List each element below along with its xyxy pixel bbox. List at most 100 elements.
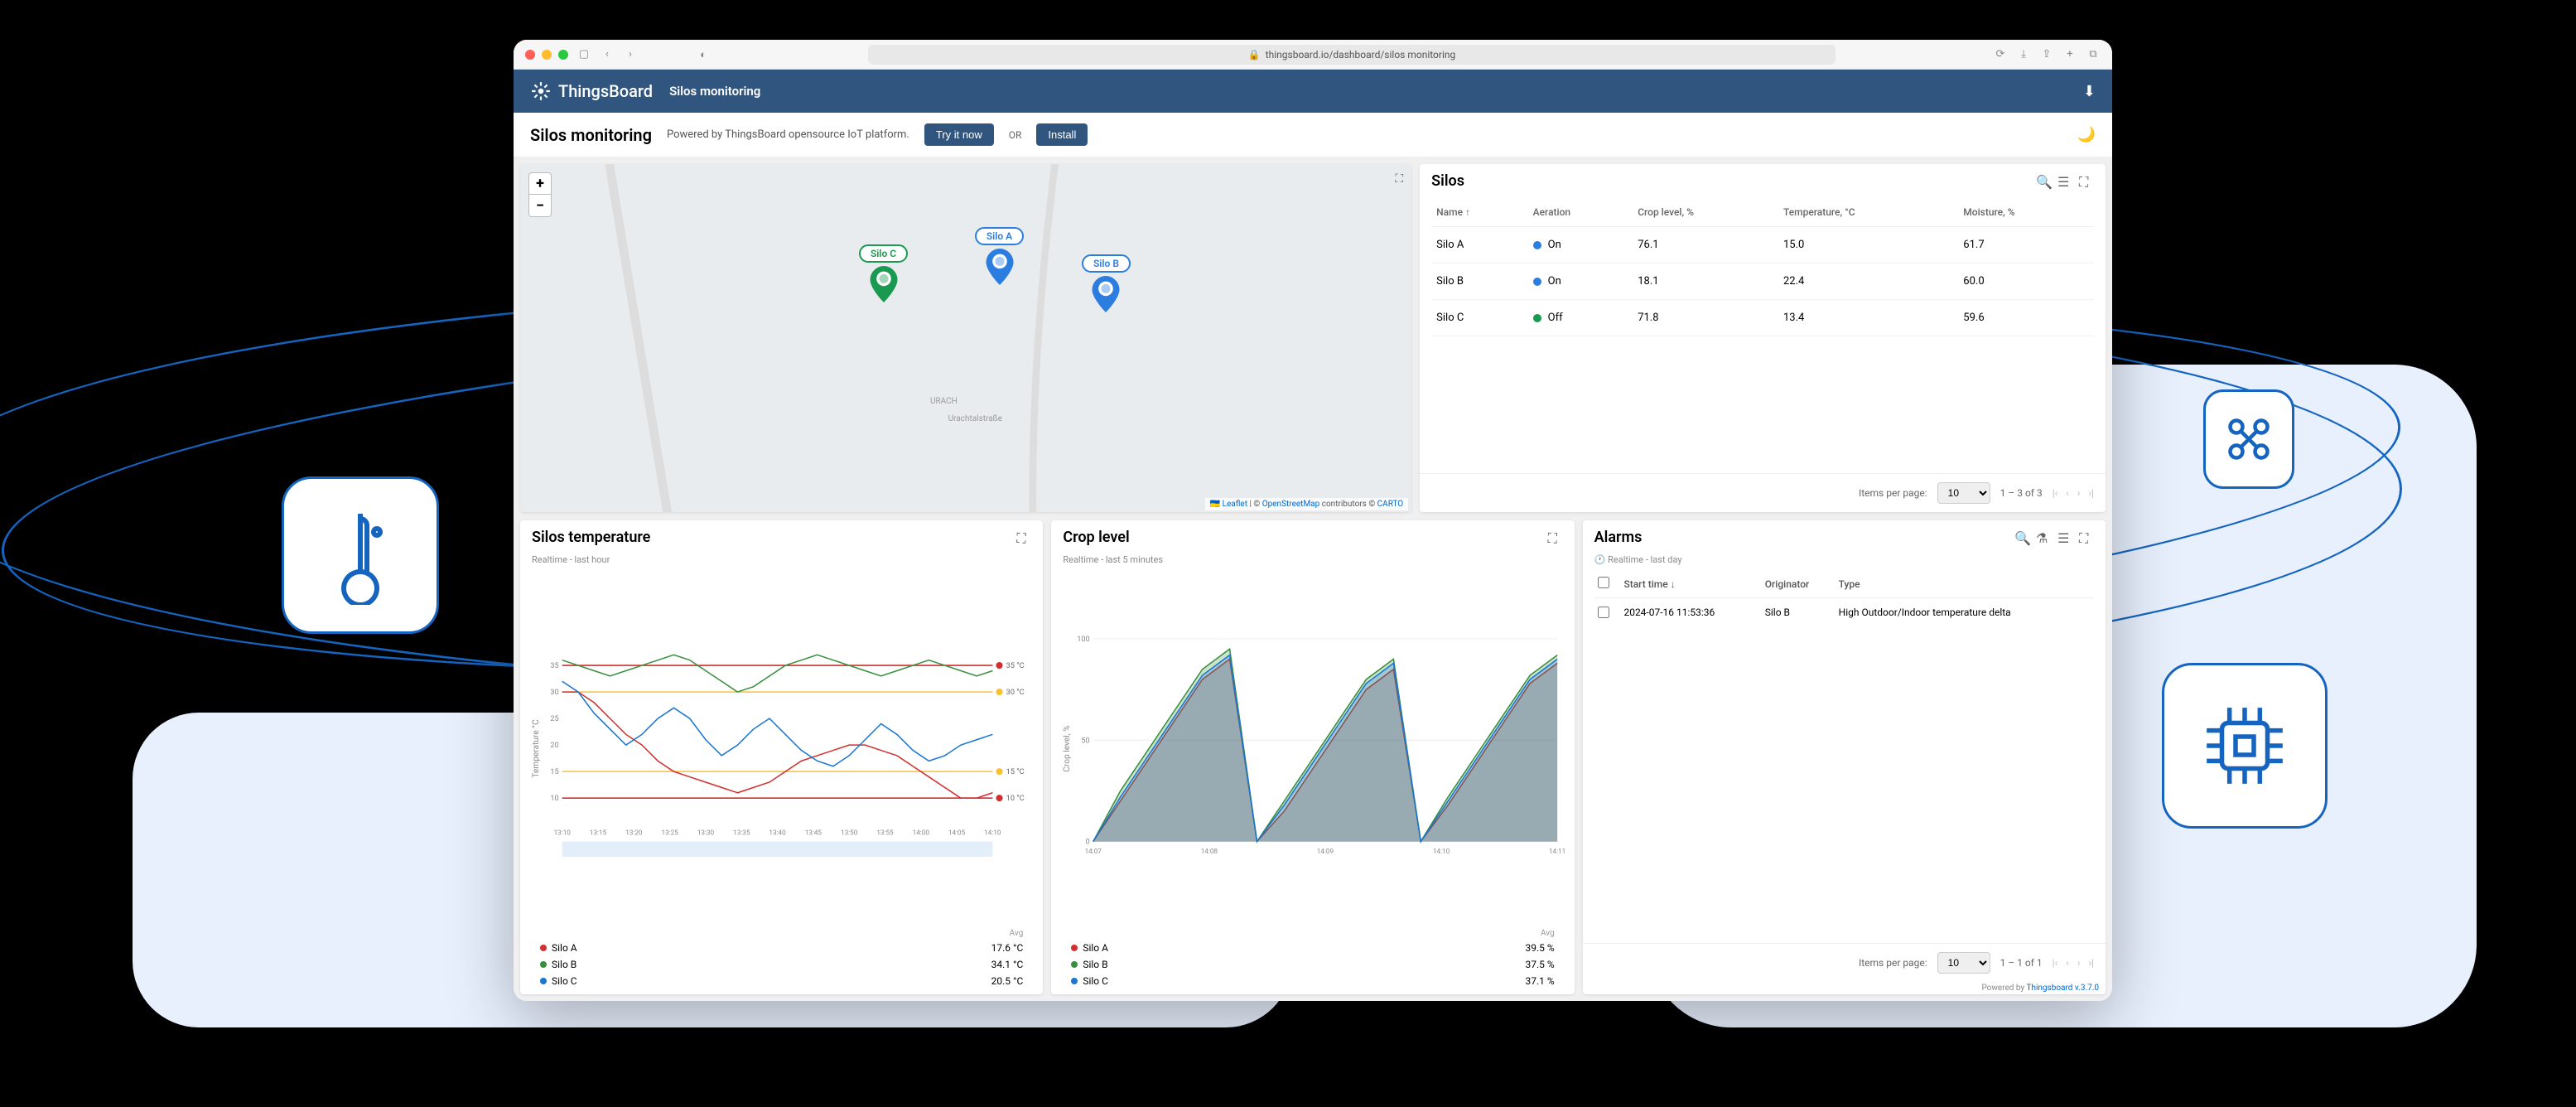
svg-text:13:30: 13:30 xyxy=(697,828,715,836)
fullscreen-icon[interactable]: ⛶ xyxy=(1395,172,1403,186)
svg-text:14:00: 14:00 xyxy=(913,828,930,836)
column-header[interactable]: Originator xyxy=(1762,570,1836,598)
silos-table: Name ↑AerationCrop level, %Temperature, … xyxy=(1420,198,2106,473)
fullscreen-icon[interactable]: ⛶ xyxy=(1548,530,1563,545)
table-row[interactable]: Silo BOn18.122.460.0 xyxy=(1431,263,2094,300)
try-it-now-button[interactable]: Try it now xyxy=(924,123,994,146)
minimize-icon[interactable] xyxy=(542,50,552,60)
prev-page-icon[interactable]: ‹ xyxy=(2066,957,2069,969)
column-header[interactable]: Type xyxy=(1836,570,2094,598)
columns-icon[interactable]: ☰ xyxy=(2057,530,2072,545)
crop-chart[interactable]: Crop level, %05010014:0714:0814:0914:101… xyxy=(1059,570,1565,927)
column-header[interactable]: Aeration xyxy=(1528,198,1633,227)
dark-mode-toggle[interactable]: 🌙 xyxy=(2077,126,2096,143)
column-header[interactable] xyxy=(1594,570,1621,598)
legend-item[interactable]: Silo A17.6 °C xyxy=(528,940,1035,956)
next-page-icon[interactable]: › xyxy=(2077,487,2081,499)
next-page-icon[interactable]: › xyxy=(2077,957,2081,969)
map-canvas[interactable]: URACH Urachtalstraße + − ⛶ Silo A Silo B… xyxy=(520,164,1411,512)
osm-link[interactable]: OpenStreetMap xyxy=(1262,500,1320,509)
widget-title: Silos temperature xyxy=(532,529,1010,546)
svg-text:0: 0 xyxy=(1086,839,1090,847)
browser-chrome: ▢ ‹ › ◐ 🔒 thingsboard.io/dashboard/silos… xyxy=(514,40,2112,70)
zoom-in-button[interactable]: + xyxy=(529,173,551,195)
svg-text:13:40: 13:40 xyxy=(769,828,786,836)
legend-item[interactable]: Silo C20.5 °C xyxy=(528,973,1035,989)
reload-icon[interactable]: ⟳ xyxy=(1993,48,2008,60)
last-page-icon[interactable]: ›| xyxy=(2088,957,2094,969)
column-header[interactable]: Moisture, % xyxy=(1958,198,2094,227)
thingsboard-version-link[interactable]: Thingsboard v.3.7.0 xyxy=(2027,984,2099,993)
avg-header: Avg xyxy=(528,927,1035,940)
page-size-select[interactable]: 10 xyxy=(1937,482,1990,504)
svg-text:13:50: 13:50 xyxy=(841,828,858,836)
svg-text:35: 35 xyxy=(550,662,558,670)
select-all-checkbox[interactable] xyxy=(1598,577,1609,588)
svg-text:13:10: 13:10 xyxy=(554,828,572,836)
page-title: Silos monitoring xyxy=(530,125,652,145)
legend-item[interactable]: Silo B37.5 % xyxy=(1059,956,1565,973)
widget-subtitle: Realtime - last 5 minutes xyxy=(1051,554,1574,570)
export-icon[interactable]: ⬇ xyxy=(2083,83,2096,100)
search-icon[interactable]: 🔍 xyxy=(2014,530,2029,545)
last-page-icon[interactable]: ›| xyxy=(2088,487,2094,499)
alarms-pager: Items per page: 10 1 – 1 of 1 |‹ ‹ › ›| xyxy=(1583,943,2106,982)
new-tab-icon[interactable]: + xyxy=(2062,48,2077,60)
filter-icon[interactable]: ⚗ xyxy=(2036,530,2051,545)
map-zoom-control: + − xyxy=(528,172,552,217)
legend-item[interactable]: Silo B34.1 °C xyxy=(528,956,1035,973)
pin-icon xyxy=(1092,276,1120,312)
first-page-icon[interactable]: |‹ xyxy=(2053,957,2058,969)
svg-text:14:08: 14:08 xyxy=(1201,847,1218,855)
columns-icon[interactable]: ☰ xyxy=(2057,174,2072,189)
temperature-chart[interactable]: Temperature °C35 °C30 °C15 °C10 °C101520… xyxy=(528,570,1035,927)
zoom-out-button[interactable]: − xyxy=(529,195,551,216)
column-header[interactable]: Temperature, °C xyxy=(1778,198,1958,227)
tabs-icon[interactable]: ⧉ xyxy=(2086,48,2101,60)
column-header[interactable]: Name ↑ xyxy=(1431,198,1527,227)
install-button[interactable]: Install xyxy=(1036,123,1088,146)
svg-text:14:05: 14:05 xyxy=(948,828,966,836)
svg-text:14:10: 14:10 xyxy=(984,828,1001,836)
sidebar-icon[interactable]: ▢ xyxy=(576,48,591,60)
table-row[interactable]: Silo COff71.813.459.6 xyxy=(1431,300,2094,336)
column-header[interactable]: Crop level, % xyxy=(1633,198,1778,227)
map-attribution: 🇺🇦 Leaflet | © OpenStreetMap contributor… xyxy=(1205,498,1409,510)
widget-subtitle: Realtime - last hour xyxy=(520,554,1043,570)
fullscreen-icon[interactable]: ⛶ xyxy=(1016,530,1031,545)
map-marker-silo-b[interactable]: Silo B xyxy=(1082,254,1131,312)
page-description: Powered by ThingsBoard opensource IoT pl… xyxy=(667,128,909,141)
forward-icon[interactable]: › xyxy=(623,48,638,60)
table-row[interactable]: Silo AOn76.115.061.7 xyxy=(1431,227,2094,263)
brand-name: ThingsBoard xyxy=(558,81,653,101)
fullscreen-icon[interactable]: ⛶ xyxy=(2079,530,2094,545)
carto-link[interactable]: CARTO xyxy=(1377,500,1404,509)
page-size-select[interactable]: 10 xyxy=(1937,952,1990,974)
close-icon[interactable] xyxy=(525,50,535,60)
fullscreen-icon[interactable]: ⛶ xyxy=(2079,174,2094,189)
prev-page-icon[interactable]: ‹ xyxy=(2066,487,2069,499)
avg-header: Avg xyxy=(1059,927,1565,940)
legend-item[interactable]: Silo A39.5 % xyxy=(1059,940,1565,956)
share-icon[interactable]: ⇪ xyxy=(2039,48,2054,60)
address-bar[interactable]: 🔒 thingsboard.io/dashboard/silos monitor… xyxy=(868,45,1836,65)
column-header[interactable]: Start time ↓ xyxy=(1620,570,1761,598)
map-marker-silo-a[interactable]: Silo A xyxy=(975,227,1024,285)
widget-subtitle: 🕐 Realtime - last day xyxy=(1583,554,2106,570)
table-row[interactable]: 2024-07-16 11:53:36Silo BHigh Outdoor/In… xyxy=(1594,598,2094,630)
map-marker-silo-c[interactable]: Silo C xyxy=(859,244,908,302)
maximize-icon[interactable] xyxy=(558,50,568,60)
svg-text:15 °C: 15 °C xyxy=(1006,768,1025,776)
download-icon[interactable]: ⤓ xyxy=(2016,48,2031,60)
svg-text:13:55: 13:55 xyxy=(876,828,894,836)
row-checkbox[interactable] xyxy=(1598,607,1609,618)
svg-text:Crop level, %: Crop level, % xyxy=(1064,725,1073,772)
legend-item[interactable]: Silo C37.1 % xyxy=(1059,973,1565,989)
first-page-icon[interactable]: |‹ xyxy=(2053,487,2058,499)
search-icon[interactable]: 🔍 xyxy=(2036,174,2051,189)
back-icon[interactable]: ‹ xyxy=(600,48,615,60)
leaflet-link[interactable]: Leaflet xyxy=(1223,500,1247,509)
svg-text:15: 15 xyxy=(550,768,558,776)
map-roads xyxy=(520,164,1411,512)
brand-logo[interactable]: ThingsBoard xyxy=(530,80,653,102)
